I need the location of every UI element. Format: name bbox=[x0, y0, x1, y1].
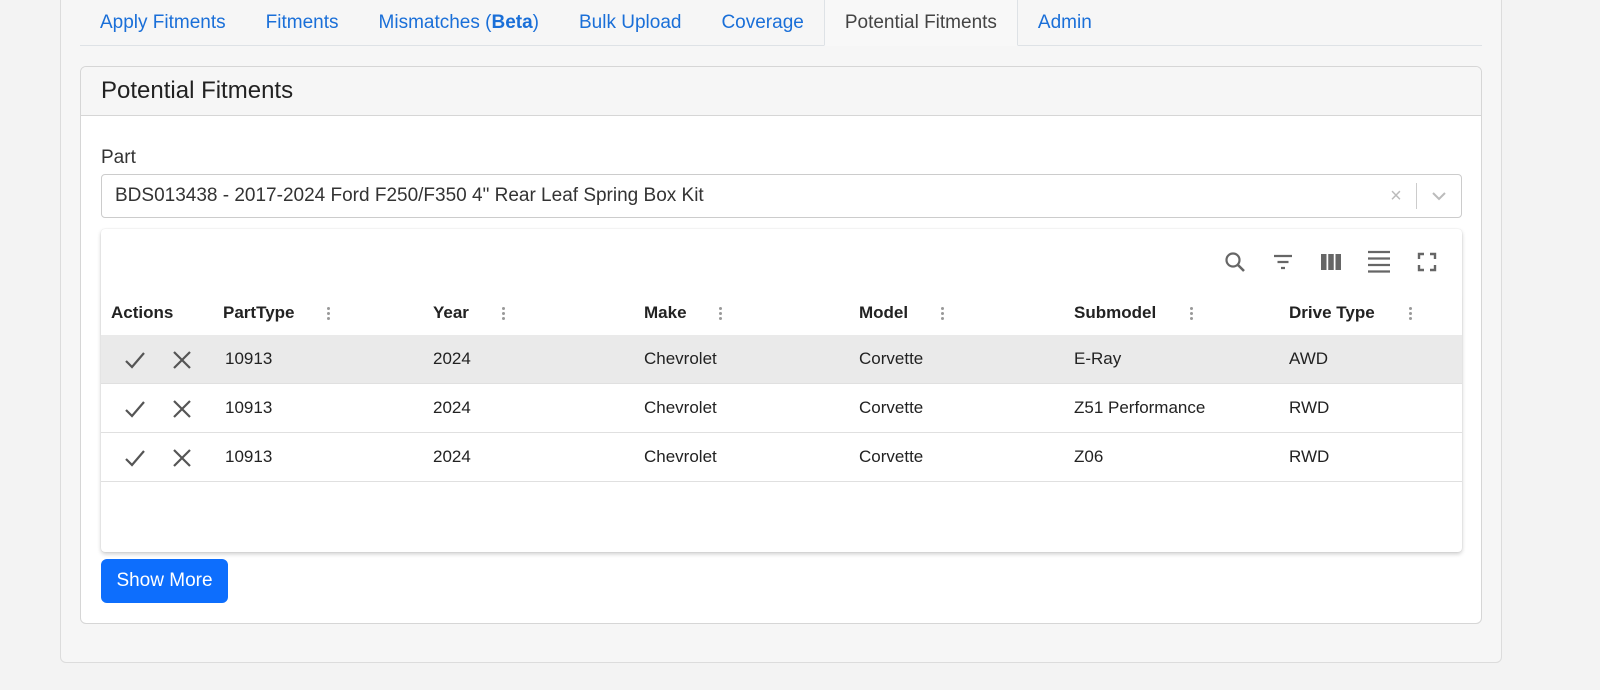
column-menu-icon[interactable] bbox=[1409, 306, 1412, 320]
part-label: Part bbox=[101, 147, 136, 168]
accept-check-icon[interactable] bbox=[122, 347, 148, 373]
col-submodel-label: Submodel bbox=[1074, 303, 1157, 322]
tab-mismatches-suffix: ) bbox=[532, 11, 539, 33]
cell-parttype: 10913 bbox=[225, 447, 273, 466]
tab-potential-fitments[interactable]: Potential Fitments bbox=[823, 0, 1018, 46]
part-select-value: BDS013438 - 2017-2024 Ford F250/F350 4" … bbox=[115, 185, 704, 206]
cell-parttype: 10913 bbox=[225, 398, 273, 417]
search-icon[interactable] bbox=[1218, 245, 1252, 279]
fullscreen-icon[interactable] bbox=[1410, 245, 1444, 279]
tab-admin[interactable]: Admin bbox=[1018, 0, 1112, 45]
col-submodel[interactable]: Submodel bbox=[1074, 303, 1193, 323]
tab-bar: Apply Fitments Fitments Mismatches (Beta… bbox=[80, 0, 1482, 46]
show-more-button[interactable]: Show More bbox=[101, 559, 228, 603]
density-icon[interactable] bbox=[1362, 245, 1396, 279]
cell-model: Corvette bbox=[859, 447, 924, 466]
cell-year: 2024 bbox=[433, 398, 471, 417]
grid-toolbar bbox=[1218, 245, 1444, 279]
col-drive-type[interactable]: Drive Type bbox=[1289, 303, 1412, 323]
col-parttype[interactable]: PartType bbox=[223, 303, 330, 323]
column-menu-icon[interactable] bbox=[327, 306, 330, 320]
cell-make: Chevrolet bbox=[644, 447, 717, 466]
col-make-label: Make bbox=[644, 303, 687, 322]
cell-model: Corvette bbox=[859, 398, 924, 417]
reject-x-icon[interactable] bbox=[169, 347, 195, 373]
chevron-down-icon[interactable] bbox=[1417, 191, 1461, 201]
tab-mismatches-beta: Beta bbox=[491, 11, 533, 33]
cell-make: Chevrolet bbox=[644, 349, 717, 368]
card-title: Potential Fitments bbox=[81, 67, 1481, 116]
cell-submodel: E-Ray bbox=[1074, 349, 1122, 368]
col-make[interactable]: Make bbox=[644, 303, 722, 323]
column-menu-icon[interactable] bbox=[502, 306, 505, 320]
col-year[interactable]: Year bbox=[433, 303, 505, 323]
cell-model: Corvette bbox=[859, 349, 924, 368]
cell-submodel: Z06 bbox=[1074, 447, 1104, 466]
reject-x-icon[interactable] bbox=[169, 396, 195, 422]
reject-x-icon[interactable] bbox=[169, 445, 195, 471]
cell-parttype: 10913 bbox=[225, 349, 273, 368]
accept-check-icon[interactable] bbox=[122, 396, 148, 422]
col-drive-type-label: Drive Type bbox=[1289, 303, 1375, 322]
fitments-grid: Actions PartType Year Make Model Submode… bbox=[101, 229, 1462, 552]
part-select[interactable]: BDS013438 - 2017-2024 Ford F250/F350 4" … bbox=[101, 174, 1462, 218]
col-model[interactable]: Model bbox=[859, 303, 944, 323]
clear-icon[interactable]: × bbox=[1376, 185, 1416, 208]
cell-year: 2024 bbox=[433, 447, 471, 466]
accept-check-icon[interactable] bbox=[122, 445, 148, 471]
col-actions: Actions bbox=[111, 303, 173, 323]
col-year-label: Year bbox=[433, 303, 469, 322]
column-menu-icon[interactable] bbox=[719, 306, 722, 320]
col-actions-label: Actions bbox=[111, 303, 174, 322]
cell-submodel: Z51 Performance bbox=[1074, 398, 1206, 417]
cell-year: 2024 bbox=[433, 349, 471, 368]
tab-apply-fitments[interactable]: Apply Fitments bbox=[80, 0, 246, 45]
tab-mismatches[interactable]: Mismatches (Beta) bbox=[359, 0, 559, 45]
cell-drive-type: AWD bbox=[1289, 349, 1329, 368]
tab-coverage[interactable]: Coverage bbox=[701, 0, 823, 45]
potential-fitments-card: Potential Fitments Part BDS013438 - 2017… bbox=[80, 66, 1482, 624]
table-header: Actions PartType Year Make Model Submode… bbox=[101, 291, 1462, 335]
column-menu-icon[interactable] bbox=[1190, 306, 1193, 320]
col-model-label: Model bbox=[859, 303, 909, 322]
col-parttype-label: PartType bbox=[223, 303, 295, 322]
column-menu-icon[interactable] bbox=[941, 306, 944, 320]
cell-make: Chevrolet bbox=[644, 398, 717, 417]
table-row[interactable]: 10913 2024 Chevrolet Corvette Z06 RWD bbox=[101, 433, 1462, 482]
cell-drive-type: RWD bbox=[1289, 398, 1330, 417]
table-row[interactable]: 10913 2024 Chevrolet Corvette E-Ray AWD bbox=[101, 335, 1462, 384]
table-row[interactable]: 10913 2024 Chevrolet Corvette Z51 Perfor… bbox=[101, 384, 1462, 433]
tab-fitments[interactable]: Fitments bbox=[246, 0, 359, 45]
cell-drive-type: RWD bbox=[1289, 447, 1330, 466]
tab-mismatches-prefix: Mismatches ( bbox=[378, 11, 492, 33]
columns-icon[interactable] bbox=[1314, 245, 1348, 279]
tab-bulk-upload[interactable]: Bulk Upload bbox=[559, 0, 701, 45]
filter-icon[interactable] bbox=[1266, 245, 1300, 279]
